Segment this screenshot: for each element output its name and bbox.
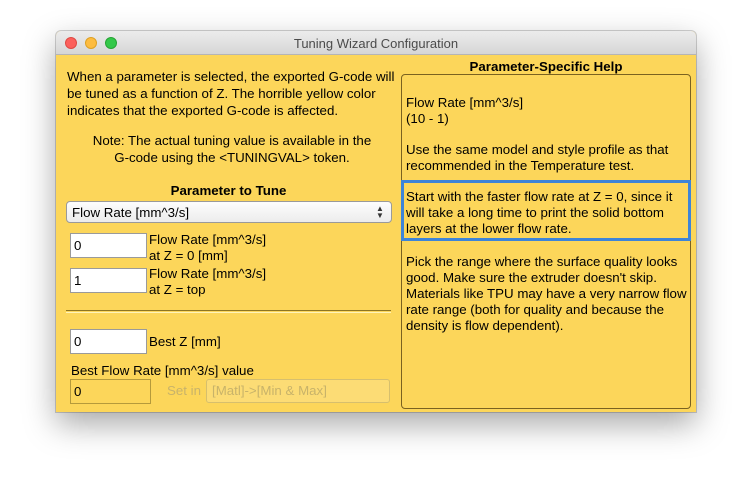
select-arrows-icon: ▲ ▼: [376, 204, 384, 220]
note-line-2: G-code using the <TUNINGVAL> token.: [114, 150, 350, 165]
parameter-select[interactable]: Flow Rate [mm^3/s] ▲ ▼: [66, 201, 392, 223]
help-param-name: Flow Rate [mm^3/s]: [406, 95, 524, 110]
flow-rate-z0-label: Flow Rate [mm^3/s] at Z = 0 [mm]: [149, 232, 266, 264]
tuning-wizard-window: Tuning Wizard Configuration When a param…: [56, 31, 696, 412]
note-line-1: Note: The actual tuning value is availab…: [92, 133, 372, 148]
title-bar[interactable]: Tuning Wizard Configuration: [56, 31, 696, 55]
best-value-label: Best Flow Rate [mm^3/s] value: [71, 363, 254, 378]
best-z-label: Best Z [mm]: [149, 334, 221, 349]
flow-rate-ztop-label: Flow Rate [mm^3/s] at Z = top: [149, 266, 266, 298]
flow-rate-ztop-label-line1: Flow Rate [mm^3/s]: [149, 266, 267, 281]
flow-rate-z0-input[interactable]: 0: [70, 233, 147, 258]
parameter-select-value: Flow Rate [mm^3/s]: [72, 205, 190, 220]
help-param-range: (10 - 1): [406, 111, 449, 126]
flow-rate-z0-label-line1: Flow Rate [mm^3/s]: [149, 232, 267, 247]
window-title: Tuning Wizard Configuration: [293, 36, 459, 51]
set-in-button: [Matl]->[Min & Max]: [206, 379, 390, 403]
best-z-input[interactable]: 0: [70, 329, 147, 354]
parameter-section-label: Parameter to Tune: [170, 183, 287, 198]
note-text: Note: The actual tuning value is availab…: [67, 132, 397, 166]
flow-rate-ztop-label-line2: at Z = top: [149, 282, 206, 297]
separator: [66, 310, 391, 313]
help-panel: Flow Rate [mm^3/s] (10 - 1) Use the same…: [401, 74, 691, 409]
help-paragraph-3: Pick the range where the surface quality…: [406, 254, 687, 333]
help-paragraph-1: Use the same model and style profile as …: [406, 142, 669, 173]
intro-text: When a parameter is selected, the export…: [67, 69, 395, 118]
help-title: Parameter-Specific Help: [469, 59, 623, 74]
help-highlight-box: [401, 180, 691, 241]
flow-rate-z0-label-line2: at Z = 0 [mm]: [149, 248, 228, 263]
flow-rate-ztop-input[interactable]: 1: [70, 268, 147, 293]
set-in-label: Set in: [167, 383, 202, 398]
best-value-input: 0: [70, 379, 151, 404]
